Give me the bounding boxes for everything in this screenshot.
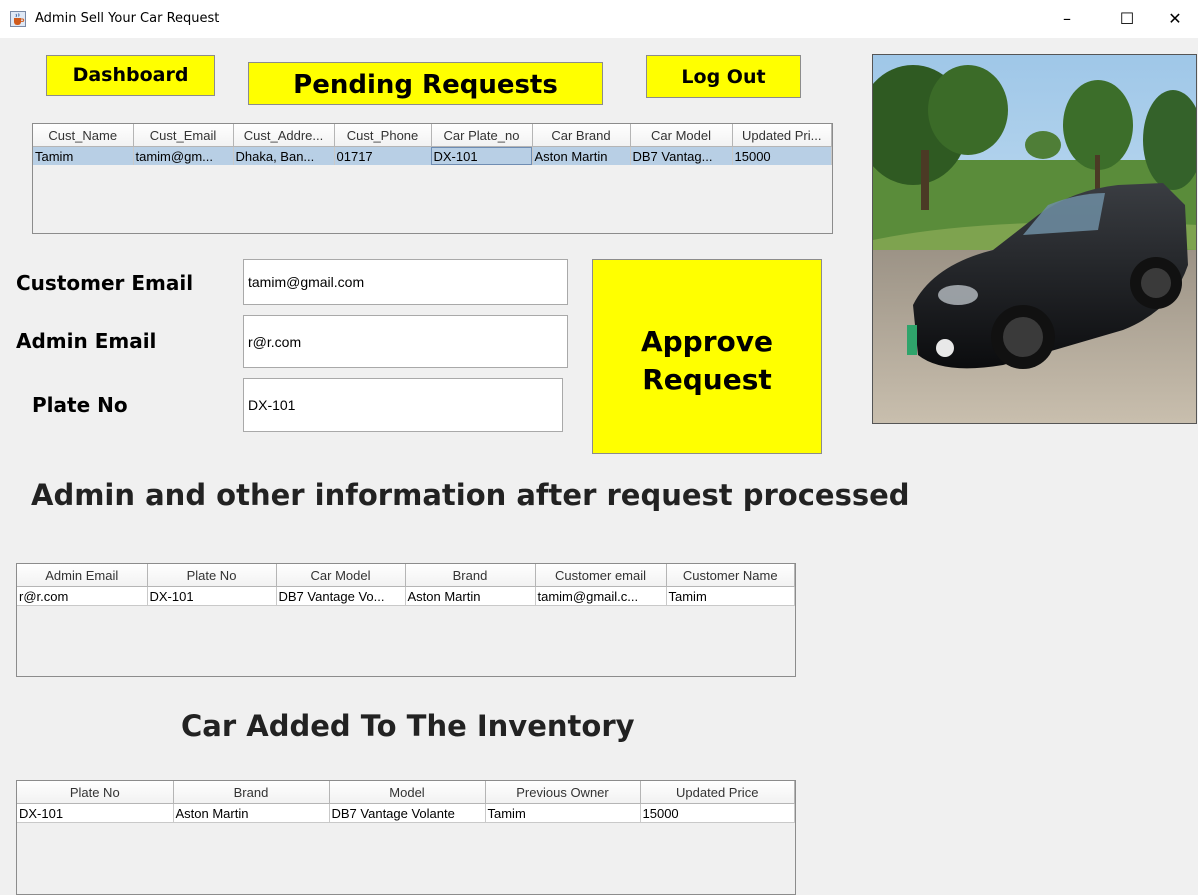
- column-header[interactable]: Cust_Phone: [334, 124, 432, 147]
- column-header[interactable]: Admin Email: [17, 564, 148, 587]
- approve-label-line1: Approve: [640, 325, 774, 358]
- pending-requests-label: Pending Requests: [293, 70, 558, 100]
- table-cell[interactable]: r@r.com: [17, 586, 148, 606]
- minimize-button[interactable]: –: [1044, 0, 1090, 38]
- table-cell[interactable]: DB7 Vantage Volante: [329, 803, 486, 823]
- pending-requests-table[interactable]: Cust_Name Cust_Email Cust_Addre... Cust_…: [32, 123, 833, 234]
- processed-heading: Admin and other information after reques…: [31, 478, 910, 512]
- pending-requests-button[interactable]: Pending Requests: [248, 62, 603, 105]
- column-header[interactable]: Car Model: [630, 124, 733, 147]
- column-header[interactable]: Cust_Email: [133, 124, 234, 147]
- column-header[interactable]: Previous Owner: [485, 781, 641, 804]
- java-cup-icon: [10, 11, 26, 27]
- table-row[interactable]: r@r.com DX-101 DB7 Vantage Vo... Aston M…: [17, 586, 795, 606]
- column-header[interactable]: Model: [329, 781, 486, 804]
- column-header[interactable]: Plate No: [17, 781, 174, 804]
- table-cell[interactable]: DX-101: [17, 803, 174, 823]
- admin-email-label: Admin Email: [16, 329, 157, 353]
- inventory-table[interactable]: Plate No Brand Model Previous Owner Upda…: [16, 780, 796, 895]
- customer-email-field[interactable]: tamim@gmail.com: [243, 259, 568, 305]
- table-row[interactable]: DX-101 Aston Martin DB7 Vantage Volante …: [17, 803, 795, 823]
- plate-no-label: Plate No: [32, 393, 128, 417]
- table-cell[interactable]: Tamim: [485, 803, 641, 823]
- table-cell[interactable]: DB7 Vantage Vo...: [276, 586, 406, 606]
- admin-email-field[interactable]: r@r.com: [243, 315, 568, 368]
- plate-no-field[interactable]: DX-101: [243, 378, 563, 432]
- table-cell[interactable]: Aston Martin: [173, 803, 330, 823]
- table-cell[interactable]: 15000: [732, 146, 832, 165]
- column-header[interactable]: Customer Name: [666, 564, 795, 587]
- processed-table[interactable]: Admin Email Plate No Car Model Brand Cus…: [16, 563, 796, 677]
- table-cell[interactable]: 15000: [640, 803, 795, 823]
- car-photo: [872, 54, 1197, 424]
- table-cell[interactable]: Tamim: [33, 146, 134, 165]
- close-button[interactable]: ✕: [1152, 0, 1198, 38]
- table-cell[interactable]: Aston Martin: [405, 586, 536, 606]
- table-cell[interactable]: Tamim: [666, 586, 795, 606]
- approve-label-line2: Request: [642, 363, 772, 396]
- logout-button[interactable]: Log Out: [646, 55, 801, 98]
- column-header[interactable]: Updated Price: [640, 781, 795, 804]
- column-header[interactable]: Car Model: [276, 564, 406, 587]
- table-cell[interactable]: DB7 Vantag...: [630, 146, 733, 165]
- table-cell[interactable]: DX-101: [147, 586, 277, 606]
- table-cell[interactable]: DX-101: [431, 146, 533, 165]
- table-cell[interactable]: tamim@gm...: [133, 146, 234, 165]
- column-header[interactable]: Customer email: [535, 564, 667, 587]
- window-title: Admin Sell Your Car Request: [35, 11, 220, 26]
- inventory-heading: Car Added To The Inventory: [181, 709, 635, 743]
- dashboard-button[interactable]: Dashboard: [46, 55, 215, 96]
- approve-request-button[interactable]: Approve Request: [592, 259, 822, 454]
- column-header[interactable]: Cust_Addre...: [233, 124, 335, 147]
- column-header[interactable]: Updated Pri...: [732, 124, 832, 147]
- column-header[interactable]: Car Brand: [532, 124, 631, 147]
- column-header[interactable]: Plate No: [147, 564, 277, 587]
- column-header[interactable]: Cust_Name: [33, 124, 134, 147]
- table-cell[interactable]: Aston Martin: [532, 146, 631, 165]
- maximize-button[interactable]: ☐: [1104, 0, 1150, 38]
- dashboard-label: Dashboard: [72, 64, 189, 86]
- customer-email-label: Customer Email: [16, 271, 194, 295]
- table-cell[interactable]: tamim@gmail.c...: [535, 586, 667, 606]
- table-cell[interactable]: 01717: [334, 146, 432, 165]
- column-header[interactable]: Car Plate_no: [431, 124, 533, 147]
- column-header[interactable]: Brand: [405, 564, 536, 587]
- table-cell[interactable]: Dhaka, Ban...: [233, 146, 335, 165]
- table-row[interactable]: Tamim tamim@gm... Dhaka, Ban... 01717 DX…: [33, 146, 832, 165]
- logout-label: Log Out: [681, 66, 766, 88]
- column-header[interactable]: Brand: [173, 781, 330, 804]
